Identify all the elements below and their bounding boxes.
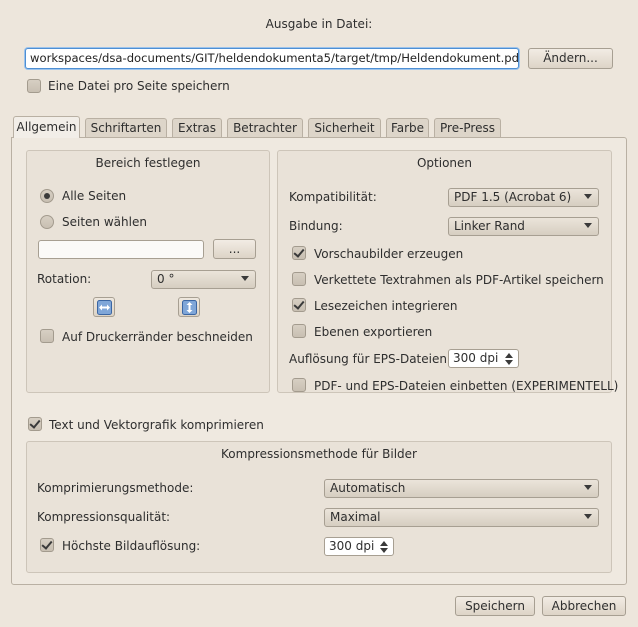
binding-label: Bindung:	[289, 219, 343, 233]
compression-method-label: Komprimierungsmethode:	[37, 481, 194, 495]
rotation-select-value: 0 °	[157, 272, 175, 286]
tab-pre-press[interactable]: Pre-Press	[434, 118, 501, 138]
layers-checkbox[interactable]	[292, 324, 306, 338]
tab-sicherheit[interactable]: Sicherheit	[308, 118, 381, 138]
image-compression-title: Kompressionsmethode für Bilder	[221, 447, 417, 461]
chevron-down-icon	[584, 223, 592, 228]
range-group-title: Bereich festlegen	[95, 156, 201, 170]
compression-method-value: Automatisch	[330, 481, 406, 495]
chevron-down-icon	[584, 194, 592, 199]
one-file-per-page-label: Eine Datei pro Seite speichern	[48, 79, 230, 93]
mirror-horizontal-button[interactable]	[93, 297, 115, 317]
thumbnails-label: Vorschaubilder erzeugen	[314, 247, 464, 261]
compression-method-select[interactable]: Automatisch	[324, 479, 599, 498]
page-range-browse-button[interactable]: ...	[213, 239, 256, 259]
one-file-per-page-checkbox[interactable]	[27, 79, 41, 93]
chevron-down-icon	[241, 276, 249, 281]
tab-betrachter[interactable]: Betrachter	[227, 118, 303, 138]
chevron-down-icon	[584, 514, 592, 519]
compat-select-value: PDF 1.5 (Acrobat 6)	[454, 190, 572, 204]
options-group-title: Optionen	[416, 156, 473, 170]
cancel-button[interactable]: Abbrechen	[542, 596, 626, 616]
choose-pages-radio[interactable]	[40, 215, 54, 229]
compat-select[interactable]: PDF 1.5 (Acrobat 6)	[448, 188, 599, 207]
tab-allgemein[interactable]: Allgemein	[13, 116, 80, 138]
mirror-vertical-button[interactable]	[178, 297, 200, 317]
binding-select[interactable]: Linker Rand	[448, 217, 599, 236]
compress-text-checkbox[interactable]	[28, 417, 42, 431]
output-section-title: Ausgabe in Datei:	[265, 17, 373, 31]
all-pages-radio[interactable]	[40, 189, 54, 203]
mirror-horizontal-icon	[97, 300, 112, 315]
embed-pdf-eps-checkbox[interactable]	[292, 378, 306, 392]
bookmarks-label: Lesezeichen integrieren	[314, 299, 458, 313]
all-pages-label: Alle Seiten	[62, 189, 127, 203]
binding-select-value: Linker Rand	[454, 219, 525, 233]
page-range-input[interactable]	[38, 240, 204, 259]
max-resolution-label: Höchste Bildauflösung:	[62, 539, 201, 553]
spin-up-icon[interactable]	[505, 353, 513, 358]
tab-farbe[interactable]: Farbe	[386, 118, 429, 138]
spin-up-icon[interactable]	[380, 541, 388, 546]
chevron-down-icon	[584, 485, 592, 490]
output-path-input[interactable]: workspaces/dsa-documents/GIT/heldendokum…	[25, 48, 519, 69]
eps-resolution-spinbox[interactable]: 300 dpi	[448, 349, 519, 368]
max-resolution-checkbox[interactable]	[40, 538, 54, 552]
clip-margins-checkbox[interactable]	[40, 329, 54, 343]
thumbnails-checkbox[interactable]	[292, 246, 306, 260]
eps-resolution-value: 300 dpi	[453, 351, 499, 365]
tab-schriftarten[interactable]: Schriftarten	[85, 118, 167, 138]
compress-text-label: Text und Vektorgrafik komprimieren	[49, 418, 264, 432]
rotation-label: Rotation:	[37, 272, 92, 286]
compression-quality-value: Maximal	[330, 510, 381, 524]
compression-quality-label: Kompressionsqualität:	[37, 510, 171, 524]
layers-label: Ebenen exportieren	[314, 325, 433, 339]
spin-down-icon[interactable]	[380, 548, 388, 553]
embed-pdf-eps-label: PDF- und EPS-Dateien einbetten (EXPERIME…	[314, 379, 619, 393]
max-resolution-value: 300 dpi	[329, 539, 375, 553]
rotation-select[interactable]: 0 °	[151, 270, 256, 289]
linked-frames-label: Verkettete Textrahmen als PDF-Artikel sp…	[314, 273, 604, 287]
tab-extras[interactable]: Extras	[172, 118, 222, 138]
eps-resolution-label: Auflösung für EPS-Dateien:	[289, 352, 451, 366]
save-button[interactable]: Speichern	[455, 596, 535, 616]
bookmarks-checkbox[interactable]	[292, 298, 306, 312]
compression-quality-select[interactable]: Maximal	[324, 508, 599, 527]
mirror-vertical-icon	[182, 300, 197, 315]
max-resolution-spinbox[interactable]: 300 dpi	[324, 537, 394, 556]
compat-label: Kompatibilität:	[289, 190, 377, 204]
linked-frames-checkbox[interactable]	[292, 272, 306, 286]
choose-pages-label: Seiten wählen	[62, 215, 147, 229]
change-path-button[interactable]: Ändern...	[528, 48, 613, 69]
spin-down-icon[interactable]	[505, 360, 513, 365]
clip-margins-label: Auf Druckerränder beschneiden	[62, 330, 253, 344]
